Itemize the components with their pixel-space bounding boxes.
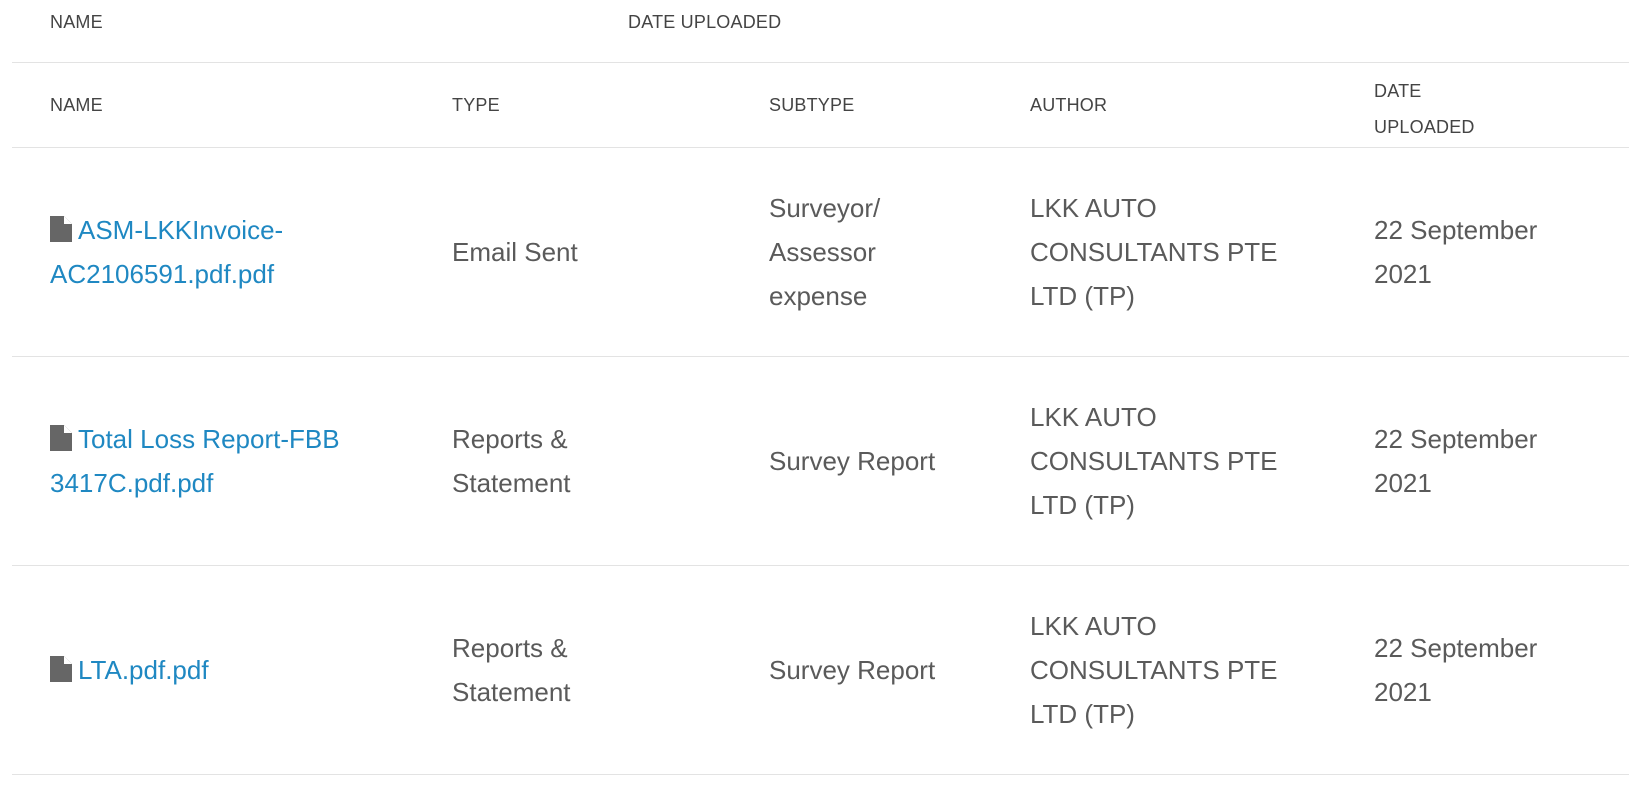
document-link[interactable]: LTA.pdf.pdf xyxy=(78,655,209,685)
cell-author: LKK AUTO CONSULTANTS PTE LTD (TP) xyxy=(1030,193,1278,311)
documents-table-header: NAME TYPE SUBTYPE AUTHOR DATE UPLOADED xyxy=(12,63,1629,148)
file-icon xyxy=(50,216,72,242)
table-row: Total Loss Report-FBB 3417C.pdf.pdf Repo… xyxy=(12,357,1629,566)
cell-type: Reports & Statement xyxy=(452,633,571,707)
column-header-type[interactable]: TYPE xyxy=(452,87,500,123)
column-header-name[interactable]: NAME xyxy=(50,87,103,123)
file-icon xyxy=(50,656,72,682)
cell-date-uploaded: 22 September 2021 xyxy=(1374,215,1538,289)
cell-name: ASM-LKKInvoice-AC2106591.pdf.pdf xyxy=(50,148,390,356)
column-header-name[interactable]: NAME xyxy=(50,4,103,40)
cell-type: Email Sent xyxy=(452,237,578,267)
cell-name: LTA.pdf.pdf xyxy=(50,566,390,774)
cell-subtype: Surveyor/ Assessor expense xyxy=(769,193,881,311)
column-header-date-uploaded[interactable]: DATE UPLOADED xyxy=(1374,73,1524,145)
cell-author: LKK AUTO CONSULTANTS PTE LTD (TP) xyxy=(1030,611,1278,729)
cell-date-uploaded: 22 September 2021 xyxy=(1374,633,1538,707)
file-icon xyxy=(50,425,72,451)
cell-author: LKK AUTO CONSULTANTS PTE LTD (TP) xyxy=(1030,402,1278,520)
column-header-date-uploaded[interactable]: DATE UPLOADED xyxy=(628,4,781,40)
document-link[interactable]: ASM-LKKInvoice-AC2106591.pdf.pdf xyxy=(50,215,283,289)
cell-date-uploaded: 22 September 2021 xyxy=(1374,424,1538,498)
table-row: ASM-LKKInvoice-AC2106591.pdf.pdf Email S… xyxy=(12,148,1629,357)
column-header-subtype[interactable]: SUBTYPE xyxy=(769,87,854,123)
outer-table-header: NAME DATE UPLOADED xyxy=(12,0,1629,63)
documents-page: NAME DATE UPLOADED NAME TYPE SUBTYPE AUT… xyxy=(0,0,1629,797)
document-link[interactable]: Total Loss Report-FBB 3417C.pdf.pdf xyxy=(50,424,340,498)
column-header-author[interactable]: AUTHOR xyxy=(1030,87,1107,123)
cell-subtype: Survey Report xyxy=(769,446,936,476)
table-row: LTA.pdf.pdf Reports & Statement Survey R… xyxy=(12,566,1629,775)
cell-type: Reports & Statement xyxy=(452,424,571,498)
cell-subtype: Survey Report xyxy=(769,655,936,685)
cell-name: Total Loss Report-FBB 3417C.pdf.pdf xyxy=(50,357,390,565)
